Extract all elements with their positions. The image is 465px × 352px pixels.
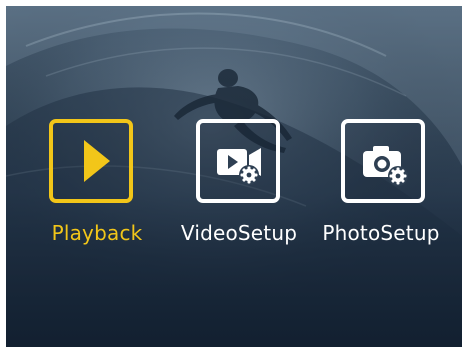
menu-item-label: VideoSetup: [180, 221, 298, 245]
menu-item-videosetup[interactable]: VideoSetup: [169, 119, 309, 259]
playback-tile[interactable]: [49, 119, 133, 203]
menu-item-playback[interactable]: Playback: [27, 119, 167, 259]
camera-settings-icon: [363, 146, 408, 186]
main-menu: Playback VideoSetup PhotoSetup: [6, 119, 462, 259]
menu-item-label: PhotoSetup: [322, 221, 440, 245]
video-settings-icon: [217, 148, 261, 185]
play-icon: [84, 140, 110, 182]
photosetup-tile[interactable]: [341, 119, 425, 203]
camera-menu-screen: Playback VideoSetup PhotoSetup: [6, 6, 462, 347]
videosetup-tile[interactable]: [196, 119, 280, 203]
menu-item-label: Playback: [51, 221, 143, 245]
menu-item-photosetup[interactable]: PhotoSetup: [311, 119, 451, 259]
